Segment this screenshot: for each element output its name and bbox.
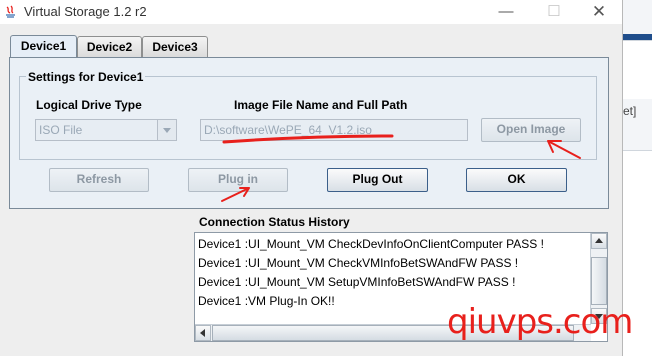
underline-annotation bbox=[222, 134, 394, 144]
arrow-annotation-plug-in bbox=[221, 187, 250, 202]
arrow-annotation-open-image bbox=[547, 140, 581, 159]
watermark-text: qiuvps.com bbox=[447, 302, 633, 342]
